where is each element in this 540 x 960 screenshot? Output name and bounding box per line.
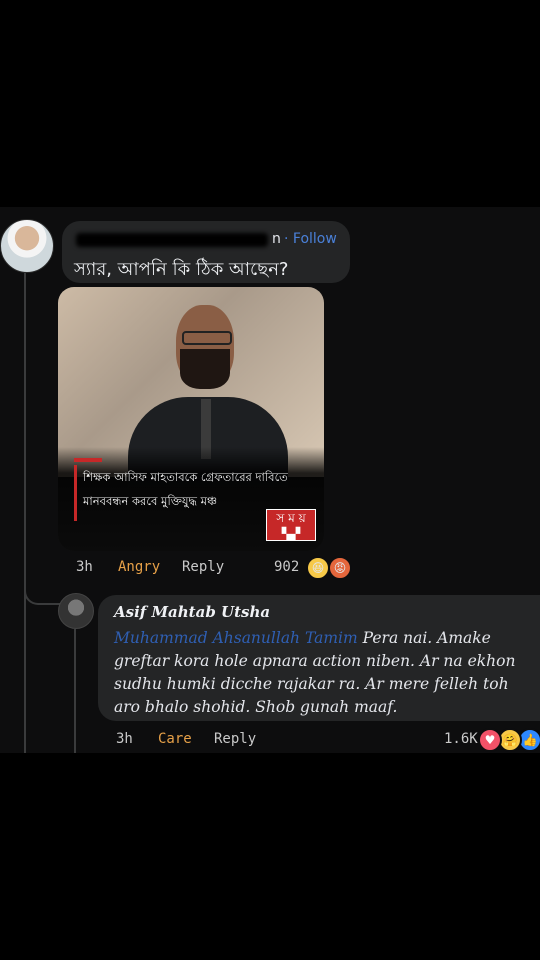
somoy-logo-text: স ম য় bbox=[276, 511, 306, 525]
redacted-commenter-name bbox=[76, 233, 268, 247]
comment-text: স্যার, আপনি কি ঠিক আছেন? bbox=[74, 259, 289, 280]
mentioned-user-link[interactable]: Muhammad Ahsanullah Tamim bbox=[114, 629, 358, 647]
somoy-news-logo: স ম য় ▚▞ bbox=[266, 509, 316, 541]
reply-reaction-count[interactable]: 1.6K bbox=[444, 731, 478, 747]
reply-time: 3h bbox=[116, 731, 133, 747]
caption-accent-bar bbox=[74, 458, 102, 462]
thread-line-primary bbox=[24, 273, 26, 753]
reaction-count[interactable]: 902 bbox=[274, 559, 299, 575]
facebook-comments-screen: n · Follow স্যার, আপনি কি ঠিক আছেন? শিক্… bbox=[0, 207, 540, 753]
reply-button[interactable]: Reply bbox=[182, 559, 224, 575]
reply-button-2[interactable]: Reply bbox=[214, 731, 256, 747]
angry-reaction-icon: 😡 bbox=[328, 556, 352, 580]
comment-attached-image[interactable]: শিক্ষক আসিফ মাহতাবকে গ্রেফতারের দাবিতে ম… bbox=[58, 287, 324, 551]
reaction-care-label[interactable]: Care bbox=[158, 731, 192, 747]
follow-button[interactable]: · Follow bbox=[284, 231, 337, 247]
comment-time: 3h bbox=[76, 559, 93, 575]
reply-bubble: Asif Mahtab Utsha Muhammad Ahsanullah Ta… bbox=[98, 595, 540, 721]
haha-reaction-icon: 😆 bbox=[306, 556, 330, 580]
person-glasses bbox=[182, 331, 232, 345]
thread-line-secondary bbox=[74, 629, 76, 753]
reply-author-name[interactable]: Asif Mahtab Utsha bbox=[114, 603, 270, 621]
commenter-name-tail[interactable]: n bbox=[272, 231, 281, 247]
reply-text: Muhammad Ahsanullah Tamim Pera nai. Amak… bbox=[114, 627, 530, 719]
comment-bubble: n · Follow স্যার, আপনি কি ঠিক আছেন? bbox=[62, 221, 350, 283]
reaction-angry-label[interactable]: Angry bbox=[118, 559, 160, 575]
reply-author-avatar[interactable] bbox=[58, 593, 94, 629]
somoy-logo-pattern: ▚▞ bbox=[281, 527, 301, 541]
thread-connector bbox=[24, 587, 60, 605]
commenter-avatar[interactable] bbox=[0, 219, 54, 273]
caption-line-1: শিক্ষক আসিফ মাহতাবকে গ্রেফতারের দাবিতে bbox=[83, 470, 288, 484]
love-reaction-icon: ♥ bbox=[478, 728, 502, 752]
person-beard bbox=[180, 349, 230, 389]
